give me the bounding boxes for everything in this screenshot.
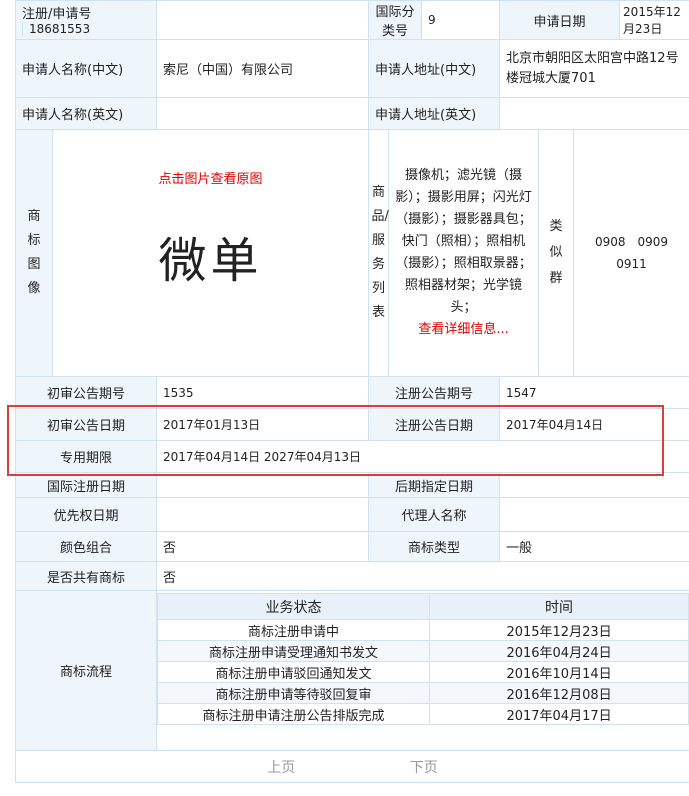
shared-label: 是否共有商标 <box>14 561 158 591</box>
apply-date-label: 申请日期 <box>499 0 621 40</box>
name-cn-label: 申请人名称(中文) <box>14 39 158 98</box>
trademark-detail-table: 注册/申请号18681553 国际分类号 9 申请日期 2015年12月23日 … <box>14 0 689 783</box>
intl-reg-date-label: 国际注册日期 <box>14 472 158 498</box>
flow-row: 商标注册申请受理通知书发文 2016年04月24日 <box>157 640 689 662</box>
reg-no-label: 注册/申请号18681553 <box>14 0 158 40</box>
prev-page-button[interactable]: 上页 <box>267 757 295 777</box>
image-cell[interactable]: 点击图片查看原图 微单 <box>51 129 370 377</box>
similar-label: 类似群 <box>539 214 573 292</box>
flow-row: 商标注册申请中 2015年12月23日 <box>157 619 689 641</box>
priority-date-label: 优先权日期 <box>14 497 158 532</box>
flow-time: 2015年12月23日 <box>429 619 689 641</box>
flow-header-row: 业务状态 时间 <box>157 593 689 620</box>
flow-status: 商标注册申请中 <box>157 619 431 641</box>
addr-cn-label: 申请人地址(中文) <box>368 39 501 98</box>
name-en-value <box>156 97 370 130</box>
flow-status-header: 业务状态 <box>157 593 431 620</box>
flow-status: 商标注册申请等待驳回复审 <box>157 682 431 704</box>
later-date-value <box>499 472 689 498</box>
more-info-link[interactable]: 查看详细信息... <box>393 319 534 341</box>
prelim-date-label: 初审公告日期 <box>14 408 158 441</box>
reg-date-value: 2017年04月14日 <box>499 408 689 441</box>
flow-cell: 业务状态 时间 商标注册申请中 2015年12月23日 商标注册申请受理通知书发… <box>156 590 689 751</box>
flow-row: 商标注册申请注册公告排版完成 2017年04月17日 <box>157 703 689 725</box>
trademark-text: 微单 <box>158 233 263 289</box>
pager: 上页 下页 <box>14 750 689 783</box>
class-value: 9 <box>421 0 501 40</box>
period-value: 2017年04月14日 2027年04月13日 <box>156 440 689 473</box>
name-cn-value: 索尼（中国）有限公司 <box>156 39 370 98</box>
reg-no-value: 18681553 <box>22 22 91 36</box>
addr-cn-value: 北京市朝阳区太阳宫中路12号楼冠城大厦701 <box>499 39 689 98</box>
goods-label: 商品/服务列表 <box>368 129 390 377</box>
trademark-image[interactable]: 微单 <box>125 197 296 315</box>
goods-cell: 摄像机；滤光镜（摄影）；摄影用屏；闪光灯（摄影）；摄影器具包；快门（照相）；照相… <box>388 129 540 377</box>
similar-value: 0908 0909 0911 <box>573 130 689 376</box>
flow-time: 2016年12月08日 <box>429 682 689 704</box>
agent-value <box>499 497 689 532</box>
name-en-label: 申请人名称(英文) <box>14 97 158 130</box>
flow-status: 商标注册申请注册公告排版完成 <box>157 703 431 725</box>
color-label: 颜色组合 <box>14 531 158 562</box>
flow-row: 商标注册申请等待驳回复审 2016年12月08日 <box>157 682 689 704</box>
image-label: 商标图像 <box>15 129 53 377</box>
prelim-no-label: 初审公告期号 <box>14 376 158 409</box>
priority-date-value <box>156 497 370 532</box>
addr-en-label: 申请人地址(英文) <box>368 97 501 130</box>
agent-label: 代理人名称 <box>368 497 501 532</box>
flow-status: 商标注册申请受理通知书发文 <box>157 640 431 662</box>
flow-label: 商标流程 <box>14 590 158 751</box>
type-value: 一般 <box>499 531 689 562</box>
later-date-label: 后期指定日期 <box>368 472 501 498</box>
flow-time-header: 时间 <box>429 593 689 620</box>
flow-time: 2017年04月17日 <box>429 703 689 725</box>
flow-row: 商标注册申请驳回通知发文 2016年10月14日 <box>157 661 689 683</box>
flow-table: 业务状态 时间 商标注册申请中 2015年12月23日 商标注册申请受理通知书发… <box>157 593 689 725</box>
goods-label-text: 商品/服务列表 <box>371 185 389 320</box>
flow-time: 2016年10月14日 <box>429 661 689 683</box>
image-label-text: 商标图像 <box>27 209 41 296</box>
goods-text: 摄像机；滤光镜（摄影）；摄影用屏；闪光灯（摄影）；摄影器具包；快门（照相）；照相… <box>395 168 532 315</box>
reg-date-label: 注册公告日期 <box>368 408 501 441</box>
reg-pub-no-value: 1547 <box>499 376 689 409</box>
shared-value: 否 <box>156 561 689 591</box>
period-label: 专用期限 <box>14 440 158 473</box>
similar-cell: 类似群 0908 0909 0911 <box>538 129 689 377</box>
addr-en-value <box>499 97 689 130</box>
color-value: 否 <box>156 531 370 562</box>
flow-status: 商标注册申请驳回通知发文 <box>157 661 431 683</box>
prelim-date-value: 2017年01月13日 <box>156 408 370 441</box>
similar-label-text: 类似群 <box>549 219 563 286</box>
reg-pub-no-label: 注册公告期号 <box>368 376 501 409</box>
reg-no-spacer <box>156 0 370 40</box>
flow-time: 2016年04月24日 <box>429 640 689 662</box>
prelim-no-value: 1535 <box>156 376 370 409</box>
intl-reg-date-value <box>156 472 370 498</box>
class-label: 国际分类号 <box>368 0 423 40</box>
view-original-link[interactable]: 点击图片查看原图 <box>59 168 362 187</box>
next-page-button[interactable]: 下页 <box>410 757 438 777</box>
type-label: 商标类型 <box>368 531 501 562</box>
apply-date-value: 2015年12月23日 <box>619 0 689 40</box>
